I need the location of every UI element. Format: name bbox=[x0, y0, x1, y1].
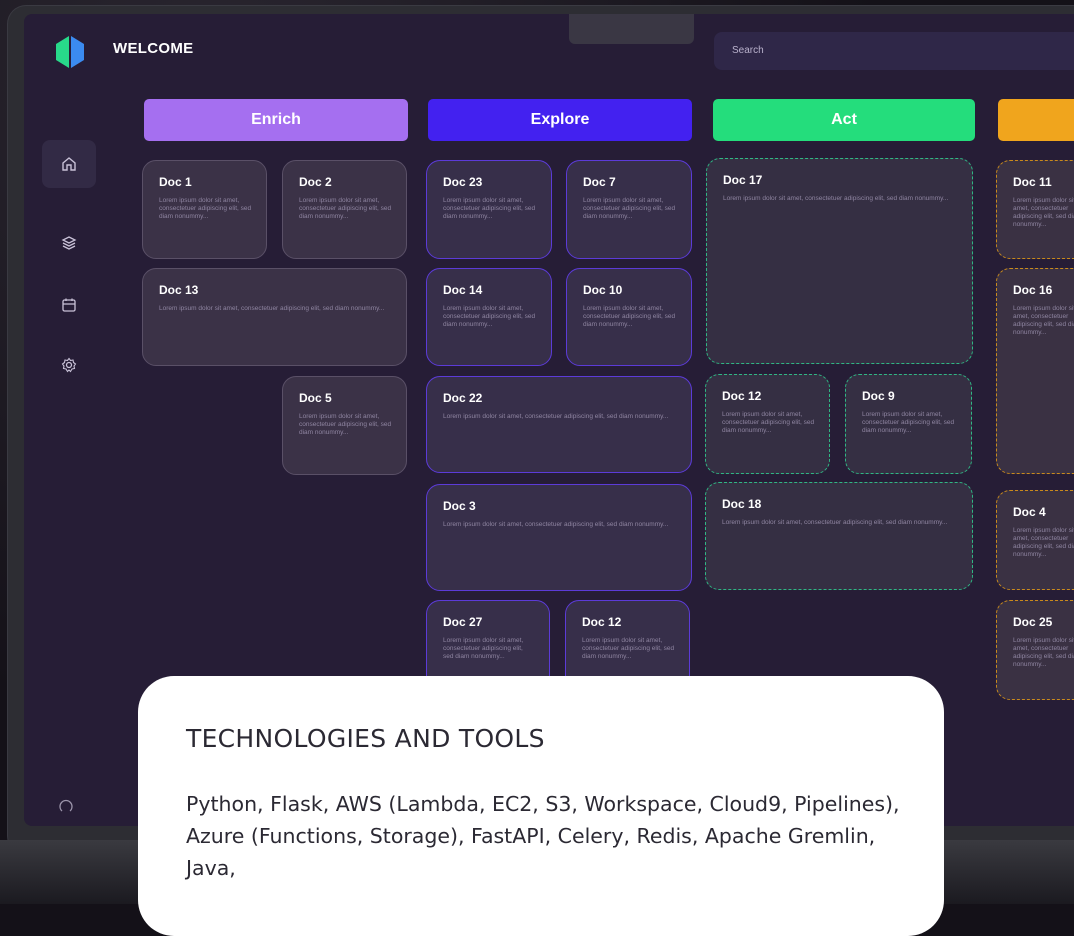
card-title: Doc 12 bbox=[582, 615, 622, 629]
welcome-title: WELCOME bbox=[113, 40, 194, 57]
card-title: Doc 11 bbox=[1013, 175, 1052, 189]
card-body: Lorem ipsum dolor sit amet, consectetuer… bbox=[299, 413, 392, 436]
doc-card[interactable]: Doc 12 Lorem ipsum dolor sit amet, conse… bbox=[705, 374, 830, 474]
card-body: Lorem ipsum dolor sit amet, consectetuer… bbox=[443, 413, 669, 420]
card-body: Lorem ipsum dolor sit amet, consectetuer… bbox=[443, 521, 669, 528]
card-title: Doc 5 bbox=[299, 391, 332, 405]
card-body: Lorem ipsum dolor sit amet, consectetuer… bbox=[1013, 197, 1074, 228]
doc-card[interactable]: Doc 22 Lorem ipsum dolor sit amet, conse… bbox=[426, 376, 692, 473]
card-body: Lorem ipsum dolor sit amet, consectetuer… bbox=[723, 195, 949, 202]
card-body: Lorem ipsum dolor sit amet, consectetuer… bbox=[582, 637, 675, 660]
card-title: Doc 10 bbox=[583, 283, 623, 297]
search-input[interactable] bbox=[732, 45, 1074, 56]
app-logo-icon bbox=[56, 36, 84, 68]
search-box[interactable] bbox=[714, 32, 1074, 70]
card-body: Lorem ipsum dolor sit amet, consectetuer… bbox=[443, 637, 524, 660]
card-title: Doc 22 bbox=[443, 391, 483, 405]
camera-notch bbox=[569, 14, 694, 44]
card-body: Lorem ipsum dolor sit amet, consectetuer… bbox=[443, 197, 536, 220]
card-title: Doc 3 bbox=[443, 499, 476, 513]
sidebar-item-layers[interactable] bbox=[42, 219, 96, 267]
home-icon bbox=[62, 157, 76, 171]
doc-card[interactable]: Doc 4 Lorem ipsum dolor sit amet, consec… bbox=[996, 490, 1074, 590]
technologies-title: TECHNOLOGIES AND TOOLS bbox=[186, 724, 545, 753]
doc-card[interactable]: Doc 11 Lorem ipsum dolor sit amet, conse… bbox=[996, 160, 1074, 259]
card-body: Lorem ipsum dolor sit amet, consectetuer… bbox=[583, 197, 676, 220]
sidebar-item-calendar[interactable] bbox=[42, 281, 96, 329]
column-header-explore[interactable]: Explore bbox=[428, 99, 692, 141]
column-header-fourth[interactable] bbox=[998, 99, 1074, 141]
doc-card[interactable]: Doc 25 Lorem ipsum dolor sit amet, conse… bbox=[996, 600, 1074, 700]
settings-icon bbox=[61, 357, 77, 373]
card-title: Doc 7 bbox=[583, 175, 616, 189]
technologies-list: Python, Flask, AWS (Lambda, EC2, S3, Wor… bbox=[186, 792, 900, 880]
doc-card[interactable]: Doc 9 Lorem ipsum dolor sit amet, consec… bbox=[845, 374, 972, 474]
card-title: Doc 16 bbox=[1013, 283, 1053, 297]
card-body: Lorem ipsum dolor sit amet, consectetuer… bbox=[722, 519, 948, 526]
card-title: Doc 13 bbox=[159, 283, 199, 297]
card-title: Doc 14 bbox=[443, 283, 483, 297]
calendar-icon bbox=[62, 298, 76, 312]
column-header-act[interactable]: Act bbox=[713, 99, 975, 141]
sidebar-item-settings[interactable] bbox=[42, 341, 96, 389]
doc-card[interactable]: Doc 18 Lorem ipsum dolor sit amet, conse… bbox=[705, 482, 973, 590]
doc-card[interactable]: Doc 13 Lorem ipsum dolor sit amet, conse… bbox=[142, 268, 407, 366]
doc-card[interactable]: Doc 1 Lorem ipsum dolor sit amet, consec… bbox=[142, 160, 267, 259]
card-title: Doc 4 bbox=[1013, 505, 1046, 519]
doc-card[interactable]: Doc 5 Lorem ipsum dolor sit amet, consec… bbox=[282, 376, 407, 475]
card-body: Lorem ipsum dolor sit amet, consectetuer… bbox=[159, 305, 385, 312]
card-body: Lorem ipsum dolor sit amet, consectetuer… bbox=[1013, 637, 1074, 668]
doc-card[interactable]: Doc 17 Lorem ipsum dolor sit amet, conse… bbox=[706, 158, 973, 364]
card-title: Doc 12 bbox=[722, 389, 762, 403]
doc-card[interactable]: Doc 23 Lorem ipsum dolor sit amet, conse… bbox=[426, 160, 552, 259]
card-body: Lorem ipsum dolor sit amet, consectetuer… bbox=[583, 305, 676, 328]
card-body: Lorem ipsum dolor sit amet, consectetuer… bbox=[722, 411, 815, 434]
doc-card[interactable]: Doc 2 Lorem ipsum dolor sit amet, consec… bbox=[282, 160, 407, 259]
card-title: Doc 2 bbox=[299, 175, 332, 189]
doc-card[interactable]: Doc 16 Lorem ipsum dolor sit amet, conse… bbox=[996, 268, 1074, 474]
card-title: Doc 23 bbox=[443, 175, 483, 189]
card-title: Doc 9 bbox=[862, 389, 895, 403]
doc-card[interactable]: Doc 14 Lorem ipsum dolor sit amet, conse… bbox=[426, 268, 552, 366]
logout-icon[interactable] bbox=[58, 798, 74, 814]
card-body: Lorem ipsum dolor sit amet, consectetuer… bbox=[299, 197, 392, 220]
doc-card[interactable]: Doc 7 Lorem ipsum dolor sit amet, consec… bbox=[566, 160, 692, 259]
card-title: Doc 18 bbox=[722, 497, 762, 511]
card-title: Doc 27 bbox=[443, 615, 483, 629]
card-body: Lorem ipsum dolor sit amet, consectetuer… bbox=[443, 305, 536, 328]
layers-icon bbox=[61, 236, 77, 250]
card-body: Lorem ipsum dolor sit amet, consectetuer… bbox=[862, 411, 955, 434]
sidebar-item-home[interactable] bbox=[42, 140, 96, 188]
card-body: Lorem ipsum dolor sit amet, consectetuer… bbox=[1013, 305, 1074, 336]
card-body: Lorem ipsum dolor sit amet, consectetuer… bbox=[1013, 527, 1074, 558]
doc-card[interactable]: Doc 10 Lorem ipsum dolor sit amet, conse… bbox=[566, 268, 692, 366]
doc-card[interactable]: Doc 3 Lorem ipsum dolor sit amet, consec… bbox=[426, 484, 692, 591]
card-title: Doc 17 bbox=[723, 173, 763, 187]
card-title: Doc 1 bbox=[159, 175, 192, 189]
card-title: Doc 25 bbox=[1013, 615, 1053, 629]
column-header-enrich[interactable]: Enrich bbox=[144, 99, 408, 141]
card-body: Lorem ipsum dolor sit amet, consectetuer… bbox=[159, 197, 252, 220]
